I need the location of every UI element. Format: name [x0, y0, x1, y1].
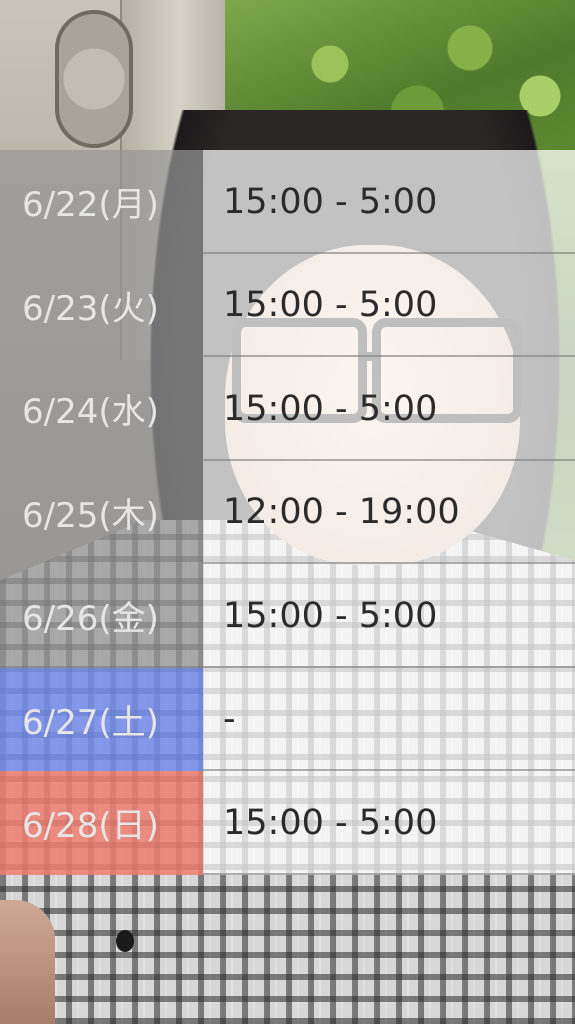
time-cell: 12:00 - 19:00: [203, 460, 575, 564]
shirt-button: [116, 930, 134, 952]
date-cell: 6/24(水): [0, 357, 203, 461]
date-cell-saturday: 6/27(土): [0, 667, 203, 771]
schedule-table: 6/22(月) 15:00 - 5:00 6/23(火) 15:00 - 5:0…: [0, 150, 575, 875]
time-cell: 15:00 - 5:00: [203, 150, 575, 254]
date-cell: 6/26(金): [0, 564, 203, 668]
time-cell: 15:00 - 5:00: [203, 253, 575, 357]
date-cell: 6/22(月): [0, 150, 203, 254]
time-cell: 15:00 - 5:00: [203, 771, 575, 875]
schedule-row: 6/23(火) 15:00 - 5:00: [0, 253, 575, 357]
date-cell: 6/25(木): [0, 460, 203, 564]
schedule-row: 6/27(土) -: [0, 667, 575, 771]
date-cell-sunday: 6/28(日): [0, 771, 203, 875]
schedule-row: 6/26(金) 15:00 - 5:00: [0, 564, 575, 668]
schedule-row: 6/25(木) 12:00 - 19:00: [0, 460, 575, 564]
date-cell: 6/23(火): [0, 253, 203, 357]
time-cell: -: [203, 667, 575, 771]
time-cell: 15:00 - 5:00: [203, 564, 575, 668]
emblem-sign: [55, 10, 133, 148]
time-cell: 15:00 - 5:00: [203, 357, 575, 461]
schedule-row: 6/28(日) 15:00 - 5:00: [0, 771, 575, 875]
schedule-row: 6/22(月) 15:00 - 5:00: [0, 150, 575, 254]
schedule-row: 6/24(水) 15:00 - 5:00: [0, 357, 575, 461]
hand: [0, 900, 55, 1024]
